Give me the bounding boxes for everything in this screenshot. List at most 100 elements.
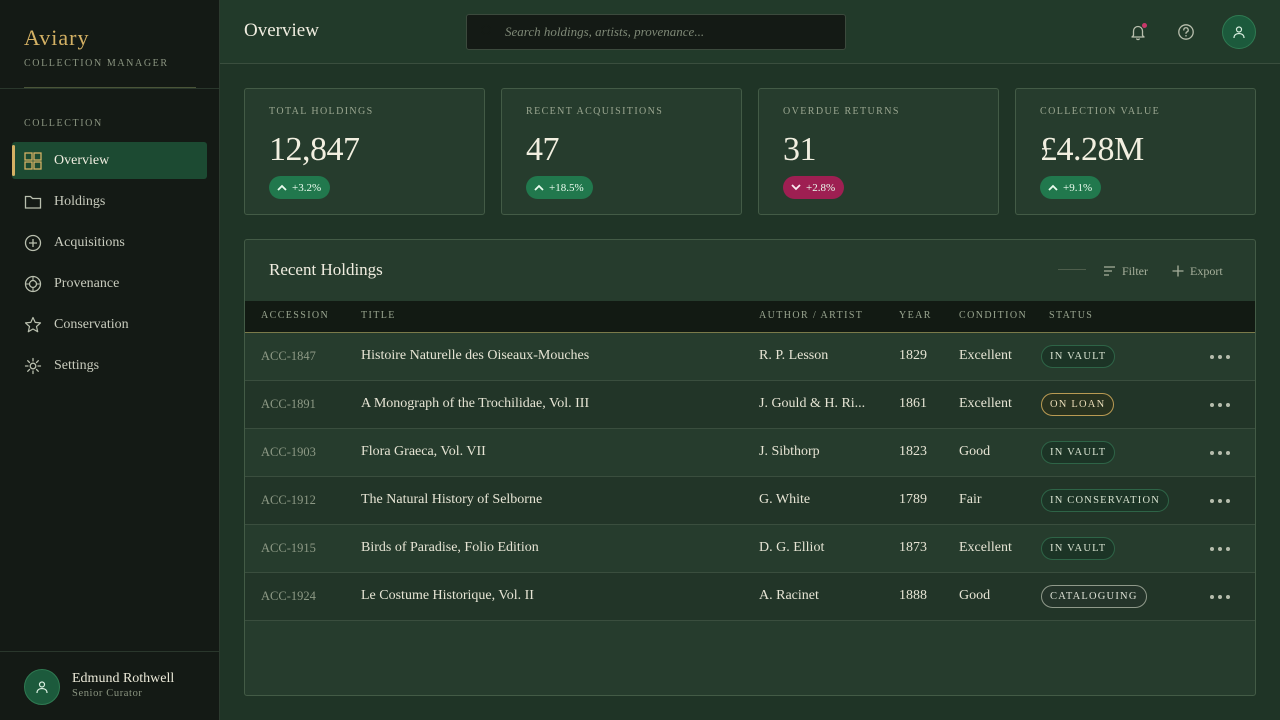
- cell-accession: ACC-1903: [261, 445, 316, 459]
- stat-card-collection-value[interactable]: COLLECTION VALUE £4.28M +9.1%: [1015, 88, 1256, 215]
- sidebar-item-label: Provenance: [54, 275, 120, 291]
- sidebar-item-acquisitions[interactable]: Acquisitions: [12, 224, 207, 261]
- divider: [1058, 269, 1086, 270]
- sidebar-item-settings[interactable]: Settings: [12, 347, 207, 384]
- recent-holdings-panel: Recent Holdings Filter Export ACCESSION …: [244, 239, 1256, 696]
- cell-title: Histoire Naturelle des Oiseaux-Mouches: [361, 348, 590, 363]
- cell-author: A. Racinet: [759, 588, 819, 603]
- cell-accession: ACC-1891: [261, 397, 316, 411]
- cell-accession: ACC-1924: [261, 589, 316, 603]
- stat-card-overdue-returns[interactable]: OVERDUE RETURNS 31 +2.8%: [758, 88, 999, 215]
- user-role: Senior Curator: [72, 688, 143, 699]
- plus-circle-icon: [24, 234, 42, 252]
- cell-year: 1823: [899, 444, 927, 459]
- table-row[interactable]: ACC-1891 A Monograph of the Trochilidae,…: [245, 381, 1255, 429]
- status-badge: IN VAULT: [1041, 345, 1116, 368]
- more-actions-icon[interactable]: [1210, 403, 1230, 409]
- plus-icon: [1172, 265, 1184, 277]
- stat-change: +2.8%: [806, 181, 836, 194]
- filter-label: Filter: [1122, 263, 1148, 278]
- stat-card-total-holdings[interactable]: TOTAL HOLDINGS 12,847 +3.2%: [244, 88, 485, 215]
- avatar[interactable]: [1222, 15, 1256, 49]
- column-header-status[interactable]: STATUS: [1049, 310, 1093, 321]
- cell-title: Flora Graeca, Vol. VII: [361, 444, 486, 459]
- cell-condition: Good: [959, 588, 991, 603]
- column-header-year[interactable]: YEAR: [899, 310, 932, 321]
- table-row[interactable]: ACC-1924 Le Costume Historique, Vol. II …: [245, 573, 1255, 621]
- more-actions-icon[interactable]: [1210, 451, 1230, 457]
- column-header-condition[interactable]: CONDITION: [959, 310, 1027, 321]
- status-badge: IN VAULT: [1041, 537, 1116, 560]
- column-header-title[interactable]: TITLE: [361, 310, 396, 321]
- table-row[interactable]: ACC-1915 Birds of Paradise, Folio Editio…: [245, 525, 1255, 573]
- chevron-up-icon: [534, 184, 544, 191]
- sidebar-item-label: Conservation: [54, 316, 129, 332]
- sidebar-section-label: COLLECTION: [24, 118, 103, 129]
- status-badge: ON LOAN: [1041, 393, 1115, 416]
- chevron-up-icon: [1048, 184, 1058, 191]
- cell-condition: Excellent: [959, 540, 1012, 555]
- search-input[interactable]: Search holdings, artists, provenance...: [466, 14, 846, 50]
- more-actions-icon[interactable]: [1210, 355, 1230, 361]
- sidebar-item-conservation[interactable]: Conservation: [12, 306, 207, 343]
- cell-year: 1861: [899, 396, 927, 411]
- cell-author: G. White: [759, 492, 811, 507]
- table-row[interactable]: ACC-1912 The Natural History of Selborne…: [245, 477, 1255, 525]
- stat-change-badge: +3.2%: [269, 176, 331, 199]
- table-row[interactable]: ACC-1903 Flora Graeca, Vol. VII J. Sibth…: [245, 429, 1255, 477]
- sidebar-item-holdings[interactable]: Holdings: [12, 183, 207, 220]
- column-header-accession[interactable]: ACCESSION: [261, 310, 329, 321]
- table-header: ACCESSION TITLE AUTHOR / ARTIST YEAR CON…: [245, 301, 1255, 333]
- user-name: Edmund Rothwell: [72, 671, 175, 686]
- stat-value: £4.28M: [1040, 131, 1144, 168]
- cell-year: 1873: [899, 540, 927, 555]
- stat-change-badge: +9.1%: [1040, 176, 1102, 199]
- cell-accession: ACC-1915: [261, 541, 316, 555]
- cell-author: D. G. Elliot: [759, 540, 825, 555]
- cell-title: Birds of Paradise, Folio Edition: [361, 540, 539, 555]
- cell-accession: ACC-1847: [261, 349, 316, 363]
- cell-title: A Monograph of the Trochilidae, Vol. III: [361, 396, 590, 411]
- cell-condition: Excellent: [959, 396, 1012, 411]
- cell-condition: Excellent: [959, 348, 1012, 363]
- cell-title: The Natural History of Selborne: [361, 492, 543, 507]
- cell-author: J. Gould & H. Ri...: [759, 396, 866, 411]
- cell-condition: Good: [959, 444, 991, 459]
- stat-value: 31: [783, 131, 817, 168]
- cell-author: J. Sibthorp: [759, 444, 820, 459]
- stat-change: +18.5%: [549, 181, 584, 194]
- more-actions-icon[interactable]: [1210, 595, 1230, 601]
- sidebar-item-label: Acquisitions: [54, 234, 125, 250]
- stat-label: TOTAL HOLDINGS: [269, 106, 374, 117]
- folder-icon: [24, 193, 42, 211]
- export-button[interactable]: Export: [1172, 262, 1223, 280]
- notification-bell-icon[interactable]: [1127, 21, 1149, 43]
- stat-card-recent-acquisitions[interactable]: RECENT ACQUISITIONS 47 +18.5%: [501, 88, 742, 215]
- cell-author: R. P. Lesson: [759, 348, 829, 363]
- user-icon: [1233, 26, 1245, 39]
- gear-icon: [24, 357, 42, 375]
- filter-button[interactable]: Filter: [1103, 262, 1148, 280]
- column-header-author[interactable]: AUTHOR / ARTIST: [759, 310, 863, 321]
- status-badge: IN VAULT: [1041, 441, 1116, 464]
- more-actions-icon[interactable]: [1210, 547, 1230, 553]
- chevron-down-icon: [791, 184, 801, 191]
- more-actions-icon[interactable]: [1210, 499, 1230, 505]
- help-icon[interactable]: [1175, 21, 1197, 43]
- avatar[interactable]: [24, 669, 60, 705]
- chevron-up-icon: [277, 184, 287, 191]
- cell-year: 1829: [899, 348, 927, 363]
- brand: Aviary COLLECTION MANAGER: [24, 24, 196, 88]
- cell-year: 1789: [899, 492, 927, 507]
- table-row[interactable]: ACC-1847 Histoire Naturelle des Oiseaux-…: [245, 333, 1255, 381]
- app-subtitle: COLLECTION MANAGER: [24, 58, 169, 69]
- stat-change-badge: +18.5%: [526, 176, 593, 199]
- user-profile[interactable]: Edmund Rothwell Senior Curator: [0, 651, 219, 720]
- sidebar-item-overview[interactable]: Overview: [12, 142, 207, 179]
- sidebar-item-provenance[interactable]: Provenance: [12, 265, 207, 302]
- cell-accession: ACC-1912: [261, 493, 316, 507]
- stat-label: RECENT ACQUISITIONS: [526, 106, 664, 117]
- star-icon: [24, 316, 42, 334]
- stat-value: 47: [526, 131, 560, 168]
- app-name[interactable]: Aviary: [24, 24, 196, 52]
